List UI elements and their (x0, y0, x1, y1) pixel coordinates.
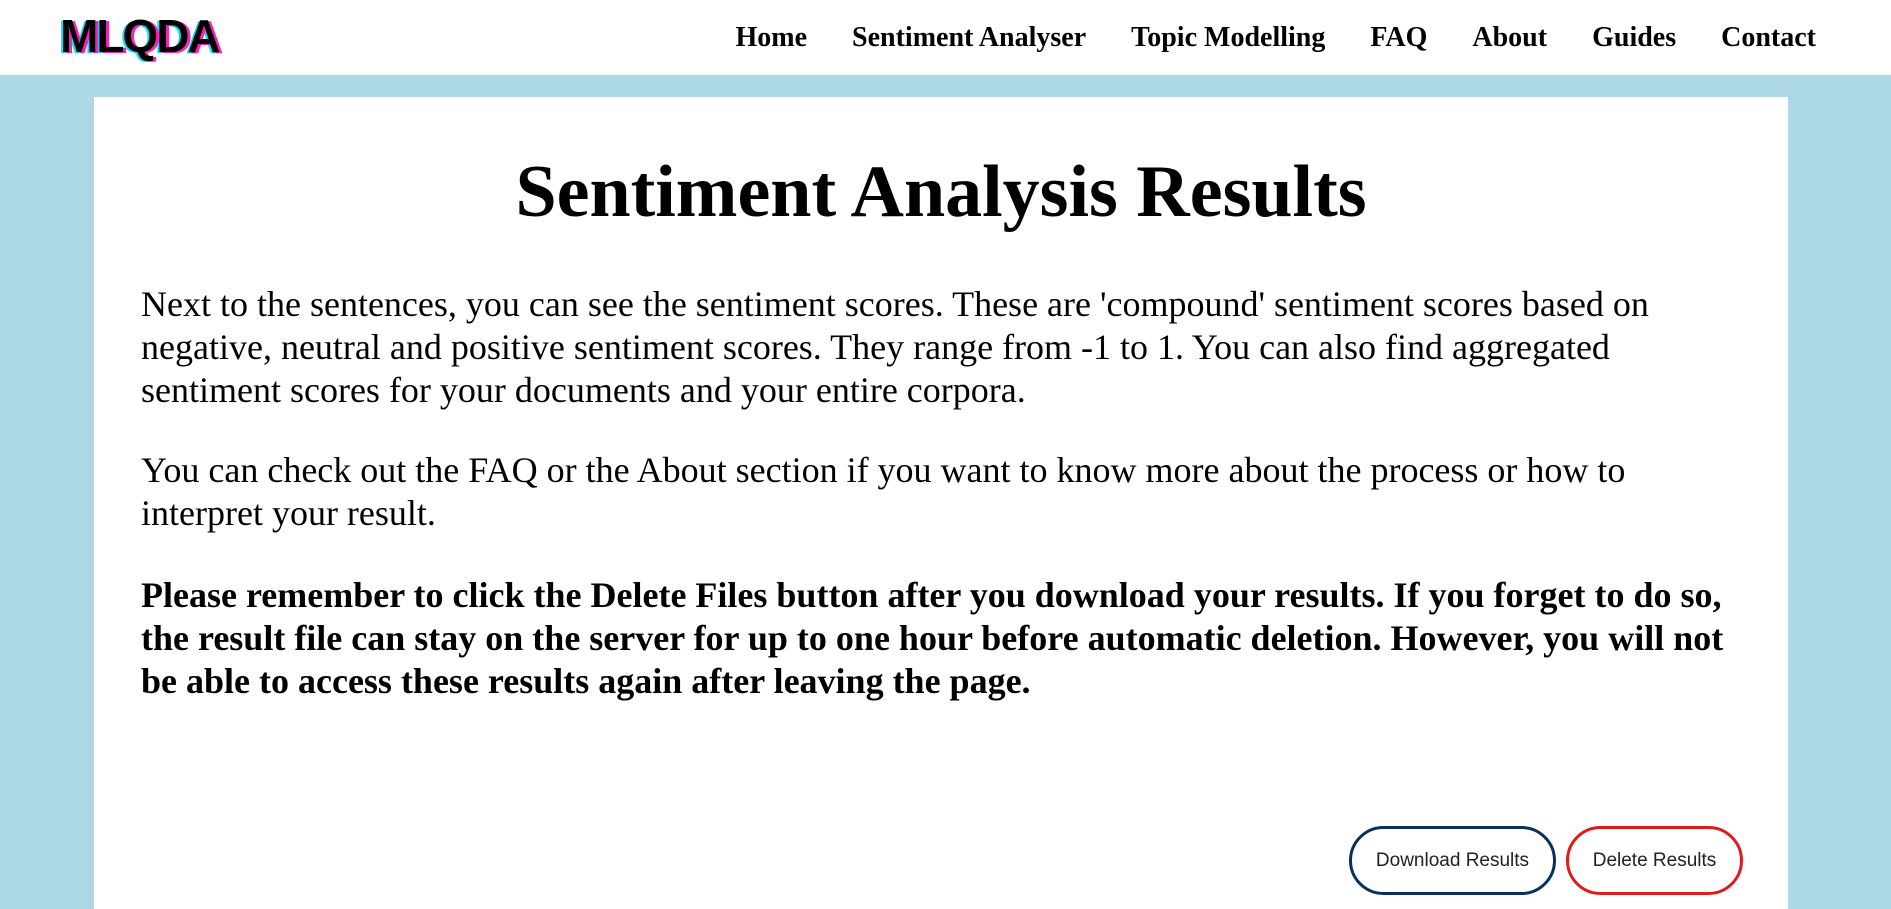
delete-results-button[interactable]: Delete Results (1566, 826, 1743, 895)
results-card: Sentiment Analysis Results Next to the s… (94, 97, 1788, 909)
delete-files-warning-text: Please remember to click the Delete File… (141, 575, 1724, 701)
sentiment-explanation-text: Next to the sentences, you can see the s… (141, 284, 1649, 410)
svg-text:MLQDA: MLQDA (60, 12, 219, 62)
faq-about-hint-text: You can check out the FAQ or the About s… (141, 450, 1626, 533)
nav-about-link[interactable]: About (1472, 22, 1547, 54)
nav-topic-modelling-link[interactable]: Topic Modelling (1131, 22, 1325, 54)
navbar: MLQDA MLQDA MLQDA Home Sentiment Analyse… (0, 0, 1891, 75)
logo-glitch-icon: MLQDA MLQDA MLQDA (60, 12, 224, 62)
nav-contact-link[interactable]: Contact (1721, 22, 1816, 54)
mlqda-logo[interactable]: MLQDA MLQDA MLQDA (60, 12, 260, 62)
nav-home-link[interactable]: Home (735, 22, 807, 54)
nav-guides-link[interactable]: Guides (1592, 22, 1676, 54)
nav-sentiment-analyser-link[interactable]: Sentiment Analyser (852, 22, 1086, 54)
main-nav: Home Sentiment Analyser Topic Modelling … (690, 0, 1816, 75)
page-title: Sentiment Analysis Results (515, 151, 1367, 233)
download-results-button[interactable]: Download Results (1349, 826, 1556, 895)
nav-faq-link[interactable]: FAQ (1370, 22, 1427, 54)
